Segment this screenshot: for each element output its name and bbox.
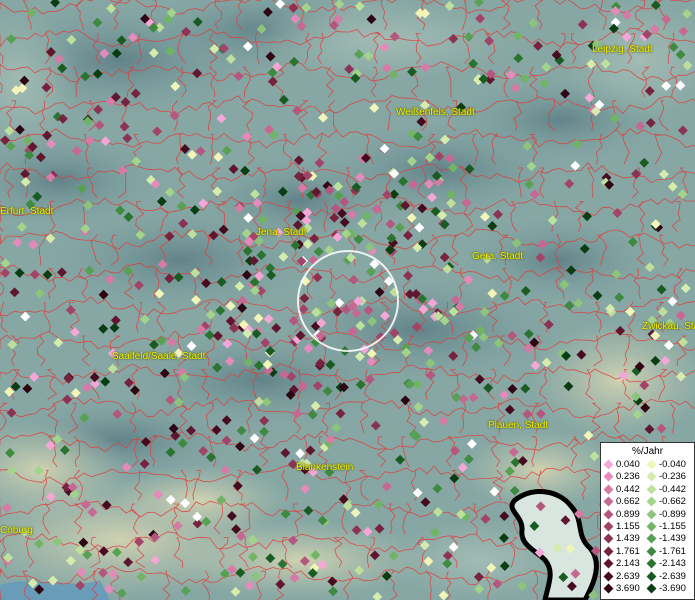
legend-swatch-positive [603,533,614,544]
legend-value-negative: -0.662 [659,496,686,508]
legend-value-negative: -1.439 [659,533,686,545]
city-label-leipzig: Leipzig, Stadt [592,44,653,55]
legend-swatch-negative [646,583,657,594]
legend-value-negative: -3.690 [659,583,686,594]
legend-row: 0.442 -0.442 [601,484,694,496]
legend-row: 0.899 -0.899 [601,509,694,521]
city-label-jena: Jena, Stadt [256,227,307,238]
legend-swatch-negative [646,509,657,520]
city-label-blankenstein: Blankenstein [296,462,354,473]
legend-value-negative: -1.155 [659,521,686,532]
legend-value-negative: -0.442 [659,483,686,495]
legend-value-positive: 3.690 [616,583,640,594]
legend-value-positive: 1.155 [616,521,640,532]
legend-value-positive: 0.040 [616,459,640,470]
legend-swatch-positive [603,558,614,569]
legend-row: 3.690 -3.690 [601,583,694,595]
legend-swatch-negative [646,558,657,569]
legend-swatch-positive [603,496,614,507]
legend-row: 1.439 -1.439 [601,533,694,545]
legend-swatch-negative [646,496,657,507]
legend-row: 2.639 -2.639 [601,571,694,583]
legend-swatch-negative [646,546,657,557]
legend-swatch-positive [603,509,614,520]
legend-swatch-positive [603,484,614,495]
city-label-coburg: Coburg [0,525,33,536]
city-label-erfurt: Erfurt, Stadt [0,206,54,217]
legend-value-positive: 2.143 [616,558,640,570]
legend-row: 1.761 -1.761 [601,546,694,558]
legend-swatch-negative [646,571,657,582]
city-label-saalfeld: Saalfeld/Saale, Stadt [112,351,206,362]
legend-swatch-negative [646,471,657,482]
city-label-gera: Gera, Stadt [472,251,524,262]
legend-value-negative: -1.761 [659,545,686,557]
legend-swatch-positive [603,571,614,582]
legend-value-positive: 2.639 [616,570,640,582]
legend-value-negative: -0.899 [659,508,686,520]
legend-swatch-negative [646,533,657,544]
legend-swatch-negative [646,521,657,532]
legend-swatch-positive [603,583,614,594]
legend-value-negative: -0.040 [659,459,686,470]
legend-value-positive: 1.439 [616,533,640,545]
legend-value-positive: 0.442 [616,483,640,495]
legend: %/Jahr 0.040 -0.040 0.236 -0.236 0.442 -0.442… [600,442,695,600]
legend-value-positive: 1.761 [616,545,640,557]
legend-value-negative: -0.236 [659,471,686,483]
legend-row: 1.155 -1.155 [601,521,694,533]
legend-title: %/Jahr [631,446,664,457]
legend-value-positive: 0.236 [616,471,640,483]
legend-row: 2.143 -2.143 [601,558,694,570]
legend-row: 0.040 -0.040 [601,459,694,471]
legend-swatch-positive [603,546,614,557]
legend-value-positive: 0.899 [616,508,640,520]
legend-value-negative: -2.143 [659,558,686,570]
legend-row: 0.236 -0.236 [601,471,694,483]
legend-swatch-positive [603,471,614,482]
city-label-weissenfels: Weißenfels, Stadt [396,107,475,118]
legend-swatch-negative [646,459,657,470]
city-label-zwickau: Zwickau, Stadt [642,321,695,332]
legend-swatch-positive [603,459,614,470]
legend-value-negative: -2.639 [659,570,686,582]
legend-value-positive: 0.662 [616,496,640,508]
legend-swatch-negative [646,484,657,495]
legend-row: 0.662 -0.662 [601,496,694,508]
map-canvas[interactable] [0,0,695,600]
city-label-plauen: Plauen, Stadt [488,420,549,431]
legend-swatch-positive [603,521,614,532]
